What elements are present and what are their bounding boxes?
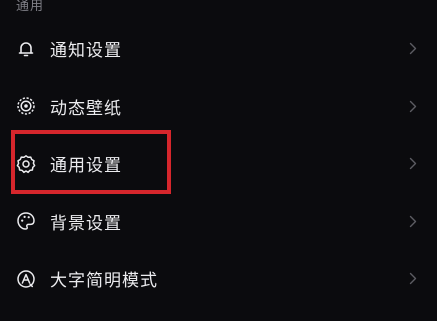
menu-item-large-text-mode[interactable]: 大字简明模式 (0, 250, 437, 308)
live-wallpaper-icon (16, 96, 36, 116)
gear-icon (16, 154, 36, 174)
bell-icon (16, 39, 36, 59)
menu-item-label: 通用设置 (50, 156, 122, 177)
chevron-right-icon (407, 157, 419, 171)
menu-item-live-wallpaper[interactable]: 动态壁纸 (0, 78, 437, 136)
chevron-right-icon (407, 214, 419, 228)
menu-item-label: 背景设置 (50, 213, 122, 234)
menu-item-background-settings[interactable]: 背景设置 (0, 193, 437, 251)
section-header-general: 通用 (16, 0, 45, 14)
palette-icon (16, 211, 36, 231)
chevron-right-icon (407, 99, 419, 113)
settings-menu: 通知设置 动态壁纸 通用设置 背景设置 大字简明模式 (0, 20, 437, 308)
menu-item-general-settings[interactable]: 通用设置 (0, 135, 437, 193)
chevron-right-icon (407, 42, 419, 56)
large-text-mode-icon (16, 269, 36, 289)
menu-item-notification-settings[interactable]: 通知设置 (0, 20, 437, 78)
chevron-right-icon (407, 272, 419, 286)
menu-item-label: 大字简明模式 (50, 271, 158, 292)
menu-item-label: 通知设置 (50, 41, 122, 62)
menu-item-label: 动态壁纸 (50, 98, 122, 119)
